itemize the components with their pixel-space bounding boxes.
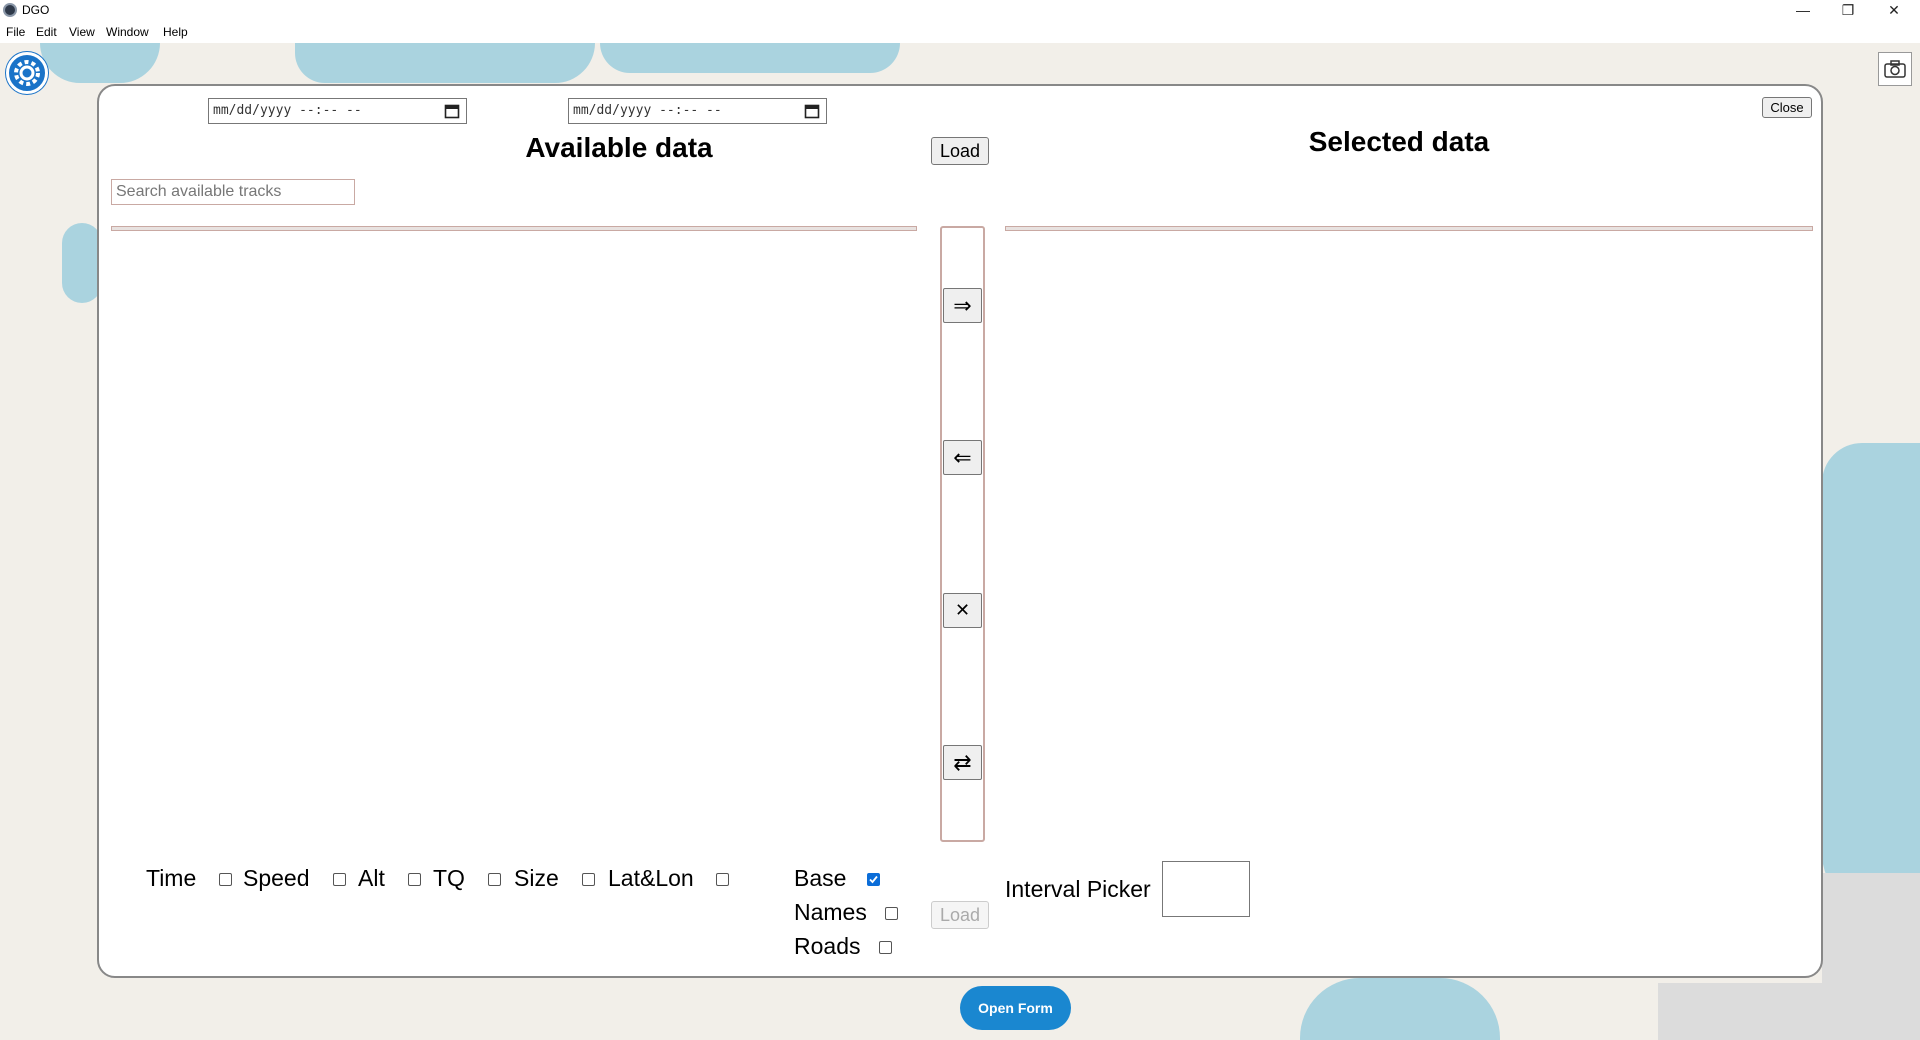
close-panel-button[interactable]: Close	[1762, 97, 1812, 118]
water-area	[1300, 978, 1500, 1040]
checkbox-alt[interactable]	[408, 873, 421, 886]
screenshot-button[interactable]	[1878, 52, 1912, 86]
checkbox-base[interactable]	[867, 873, 880, 886]
date-from-value: mm/dd/yyyy --:-- --	[213, 103, 362, 118]
load-button[interactable]: Load	[931, 137, 989, 165]
load-layers-button[interactable]: Load	[931, 901, 989, 929]
move-right-button[interactable]: ⇒	[943, 288, 982, 323]
water-area	[62, 223, 102, 303]
interval-picker-input[interactable]	[1162, 861, 1250, 917]
layer-label-names: Names	[794, 899, 867, 925]
menu-window[interactable]: Window	[106, 25, 149, 39]
available-list-header	[111, 226, 917, 231]
checkbox-latlon[interactable]	[716, 873, 729, 886]
layer-label-base: Base	[794, 865, 847, 891]
checkbox-time[interactable]	[219, 873, 232, 886]
transfer-controls: ⇒ ⇐ ✕ ⇄	[940, 226, 985, 842]
arrow-right-icon: ⇒	[953, 292, 972, 318]
calendar-icon[interactable]	[444, 103, 460, 119]
minimize-button[interactable]: —	[1783, 0, 1823, 21]
date-to-value: mm/dd/yyyy --:-- --	[573, 103, 722, 118]
data-selection-panel: mm/dd/yyyy --:-- -- mm/dd/yyyy --:-- -- …	[97, 84, 1823, 978]
interval-picker-label: Interval Picker	[1005, 876, 1151, 902]
field-label-latlon: Lat&Lon	[608, 865, 694, 891]
map-tile-gray	[1658, 983, 1920, 1040]
menu-bar: File Edit View Window Help	[0, 21, 1920, 43]
layer-label-roads: Roads	[794, 933, 861, 959]
close-window-button[interactable]: ✕	[1874, 0, 1914, 21]
checkbox-tq[interactable]	[488, 873, 501, 886]
water-area	[1822, 443, 1920, 913]
menu-edit[interactable]: Edit	[36, 25, 57, 39]
swap-button[interactable]: ⇄	[943, 745, 982, 780]
field-label-time: Time	[146, 865, 197, 891]
selected-data-heading: Selected data	[1308, 126, 1490, 157]
water-area	[40, 43, 160, 83]
menu-view[interactable]: View	[69, 25, 95, 39]
field-label-speed: Speed	[243, 865, 310, 891]
search-tracks-input[interactable]: Search available tracks	[111, 179, 355, 205]
clear-button[interactable]: ✕	[943, 593, 982, 628]
settings-button[interactable]	[6, 52, 48, 94]
arrow-left-icon: ⇐	[953, 444, 972, 470]
water-area	[600, 43, 900, 73]
field-label-size: Size	[514, 865, 559, 891]
gear-icon	[14, 60, 40, 86]
camera-icon	[1884, 60, 1906, 78]
checkbox-roads[interactable]	[879, 941, 892, 954]
water-area	[295, 43, 595, 83]
close-x-icon: ✕	[954, 600, 971, 620]
menu-file[interactable]: File	[6, 25, 25, 39]
selected-list-header	[1005, 226, 1813, 231]
available-data-heading: Available data	[525, 132, 713, 163]
title-bar: DGO — ❐ ✕	[0, 0, 1920, 21]
swap-arrows-icon: ⇄	[953, 749, 972, 775]
field-label-tq: TQ	[433, 865, 465, 891]
move-left-button[interactable]: ⇐	[943, 440, 982, 475]
restore-button[interactable]: ❐	[1828, 0, 1868, 21]
check-icon	[869, 875, 878, 884]
window-title: DGO	[22, 3, 50, 17]
menu-help[interactable]: Help	[163, 25, 188, 39]
date-from-input[interactable]: mm/dd/yyyy --:-- --	[208, 98, 467, 124]
app-icon	[3, 3, 17, 17]
calendar-icon[interactable]	[804, 103, 820, 119]
date-to-input[interactable]: mm/dd/yyyy --:-- --	[568, 98, 827, 124]
open-form-button[interactable]: Open Form	[960, 986, 1071, 1030]
checkbox-names[interactable]	[885, 907, 898, 920]
checkbox-size[interactable]	[582, 873, 595, 886]
checkbox-speed[interactable]	[333, 873, 346, 886]
field-label-alt: Alt	[358, 865, 385, 891]
